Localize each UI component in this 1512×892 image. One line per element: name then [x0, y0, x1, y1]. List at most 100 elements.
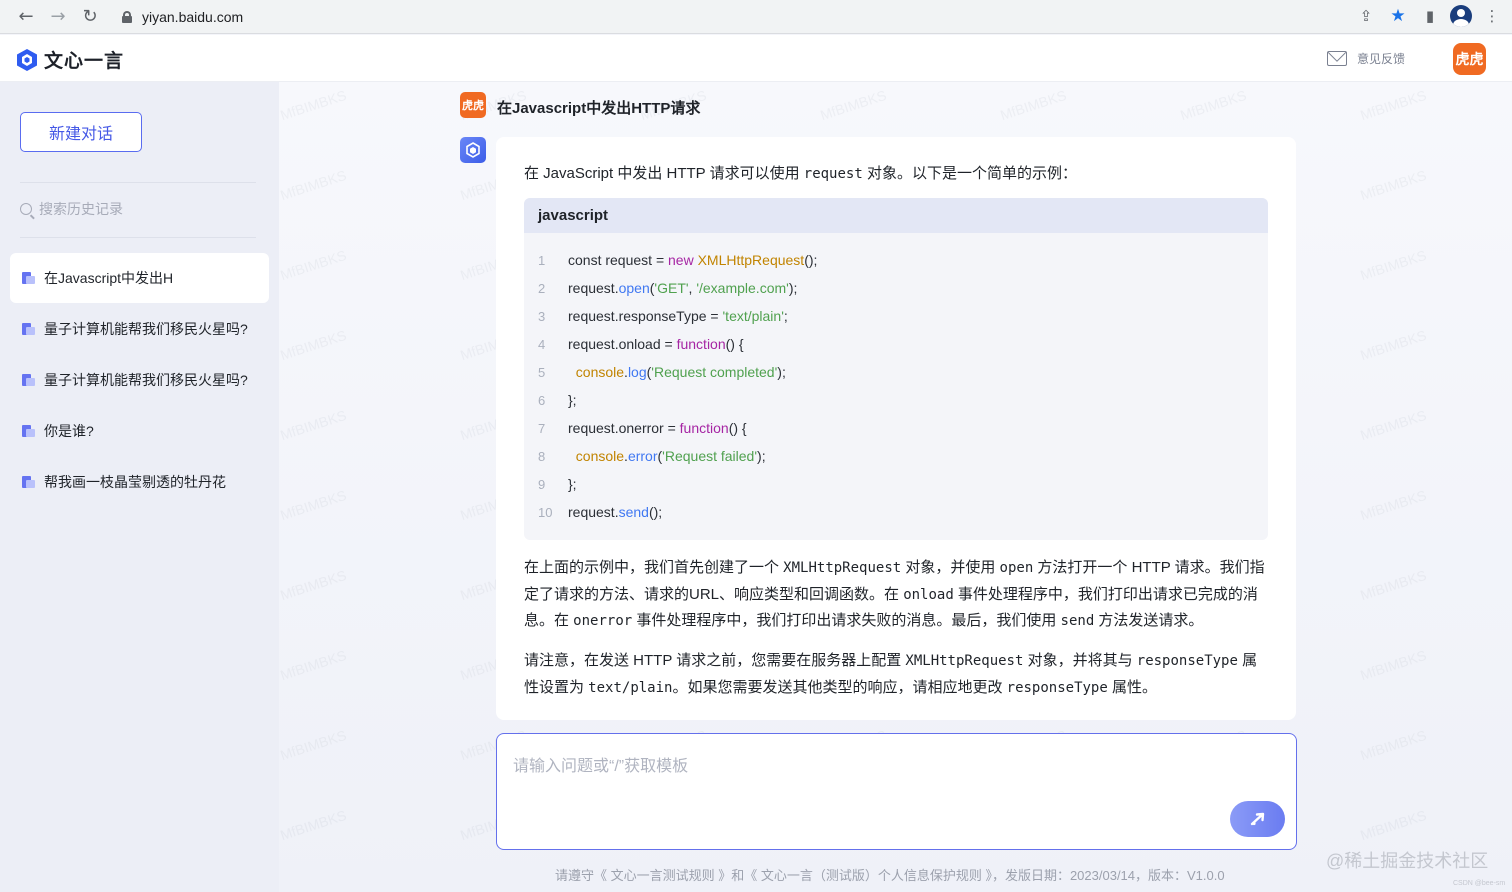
history-search-input[interactable]: 搜索历史记录 — [20, 199, 123, 219]
history-item-label: 量子计算机能帮我们移民火星吗? — [44, 321, 248, 337]
code-token: new — [668, 252, 694, 268]
paragraph-text: 对象，并使用 — [901, 559, 1000, 576]
line-number: 7 — [538, 420, 546, 436]
code-language: javascript — [524, 198, 1268, 233]
history-item[interactable]: 量子计算机能帮我们移民火星吗? — [10, 355, 269, 405]
inline-code: request — [803, 166, 863, 182]
code-token: console — [575, 448, 625, 464]
intro-text: 在 JavaScript 中发出 HTTP 请求可以使用 — [524, 165, 804, 182]
chat-book-icon — [22, 272, 35, 284]
tile-watermark: MfBIMBKS — [278, 806, 349, 844]
forward-icon[interactable]: → — [42, 3, 74, 31]
tile-watermark: MfBIMBKS — [1358, 406, 1429, 444]
code-source: }; — [568, 476, 577, 492]
code-line: 2 request.open('GET', '/example.com'); — [524, 274, 1268, 302]
code-token: function — [676, 336, 726, 352]
code-source: const request = new XMLHttpRequest(); — [568, 252, 817, 268]
answer-intro: 在 JavaScript 中发出 HTTP 请求可以使用 request 对象。… — [524, 162, 1077, 183]
send-button[interactable] — [1230, 801, 1285, 837]
footer-notice: 请遵守《 文心一言测试规则 》和《 文心一言（测试版）个人信息保护规则 》，发版… — [555, 868, 1225, 883]
user-avatar[interactable]: 虎虎 — [1453, 43, 1486, 75]
mail-icon — [1327, 51, 1347, 66]
history-item[interactable]: 在Javascript中发出H — [10, 253, 269, 303]
code-line: 6}; — [524, 386, 1268, 414]
history-item-label: 量子计算机能帮我们移民火星吗? — [44, 372, 248, 388]
browser-actions: ⇪ ★ ▮ ⋮ — [1354, 4, 1504, 28]
csdn-watermark: CSDN @bee-sm — [1453, 880, 1506, 887]
address-bar[interactable]: yiyan.baidu.com — [108, 4, 1398, 30]
sidebar-divider — [20, 237, 256, 238]
code-source: request.onload = function() { — [568, 336, 744, 352]
tile-watermark: MfBIMBKS — [818, 86, 889, 124]
answer-paragraph: 请注意，在发送 HTTP 请求之前，您需要在服务器上配置 XMLHttpRequ… — [524, 648, 1268, 701]
code-source: request.responseType = 'text/plain'; — [568, 308, 788, 324]
code-line: 8 console.error('Request failed'); — [524, 442, 1268, 470]
history-item-label: 你是谁? — [44, 423, 94, 439]
new-chat-button[interactable]: 新建对话 — [20, 112, 142, 152]
line-number: 8 — [538, 448, 546, 464]
bot-logo-icon — [466, 142, 480, 158]
question-text: 在Javascript中发出HTTP请求 — [497, 100, 701, 117]
menu-dots-icon[interactable]: ⋮ — [1480, 4, 1504, 28]
tile-watermark: MfBIMBKS — [1358, 326, 1429, 364]
url-text: yiyan.baidu.com — [142, 9, 244, 25]
tile-watermark: MfBIMBKS — [1358, 646, 1429, 684]
logo[interactable]: 文心一言 — [16, 46, 124, 73]
code-line: 10 request.send(); — [524, 498, 1268, 526]
code-source: request.send(); — [568, 504, 662, 520]
paragraph-text: 在上面的示例中，我们首先创建了一个 — [524, 559, 784, 576]
tile-watermark: MfBIMBKS — [1358, 86, 1429, 124]
sidebar-divider — [20, 182, 256, 183]
juejin-watermark: @稀土掘金技术社区 — [1326, 851, 1489, 871]
inline-code: responseType — [1006, 679, 1108, 696]
line-number: 3 — [538, 308, 546, 324]
code-token: () { — [725, 336, 744, 352]
chat-book-icon — [22, 374, 35, 386]
inline-code: XMLHttpRequest — [905, 653, 1024, 669]
inline-code: text/plain — [588, 679, 673, 696]
history-item[interactable]: 帮我画一枝晶莹剔透的牡丹花 — [10, 457, 269, 507]
code-token: open — [618, 280, 650, 296]
tile-watermark: MfBIMBKS — [1358, 566, 1429, 604]
code-line: 7 request.onerror = function() { — [524, 414, 1268, 442]
code-token: request.responseType = — [568, 308, 723, 324]
code-line: 1 const request = new XMLHttpRequest(); — [524, 246, 1268, 274]
line-number: 2 — [538, 280, 546, 296]
chat-book-icon — [22, 476, 35, 488]
paragraph-text: 方法发送请求。 — [1094, 612, 1204, 629]
history-item[interactable]: 你是谁? — [10, 406, 269, 456]
send-arrow-icon — [1250, 812, 1264, 826]
code-line: 5 console.log('Request completed'); — [524, 358, 1268, 386]
history-item[interactable]: 量子计算机能帮我们移民火星吗? — [10, 304, 269, 354]
sidebar: 新建对话 搜索历史记录 在Javascript中发出H 量子计算机能帮我们移民火… — [0, 82, 279, 892]
prompt-input[interactable]: 请输入问题或“/”获取模板 — [496, 733, 1297, 850]
code-token: }; — [568, 392, 577, 408]
tile-watermark: MfBIMBKS — [278, 246, 349, 284]
side-panel-icon[interactable]: ▮ — [1418, 4, 1442, 28]
bookmark-star-icon[interactable]: ★ — [1386, 4, 1410, 28]
tile-watermark: MfBIMBKS — [1178, 86, 1249, 124]
tile-watermark: MfBIMBKS — [1358, 806, 1429, 844]
feedback-link[interactable]: 意见反馈 — [1327, 50, 1405, 67]
code-token: function — [679, 420, 729, 436]
tile-watermark: MfBIMBKS — [1358, 486, 1429, 524]
tile-watermark: MfBIMBKS — [278, 326, 349, 364]
code-block: javascript 1 const request = new XMLHttpR… — [524, 198, 1268, 540]
code-token: ); — [777, 364, 786, 380]
paragraph-text: 请注意，在发送 HTTP 请求之前，您需要在服务器上配置 — [524, 652, 906, 669]
code-line: 3 request.responseType = 'text/plain'; — [524, 302, 1268, 330]
profile-icon[interactable] — [1450, 5, 1472, 27]
chat-book-icon — [22, 425, 35, 437]
logo-text: 文心一言 — [44, 51, 125, 72]
code-token: 'Request failed' — [662, 448, 758, 464]
code-line: 9}; — [524, 470, 1268, 498]
answer-paragraph: 在上面的示例中，我们首先创建了一个 XMLHttpRequest 对象，并使用 … — [524, 555, 1268, 635]
chat-area: MfBIMBKS MfBIMBKS MfBIMBKS MfBIMBKS MfBIMBKS… — [278, 82, 1512, 892]
feedback-label: 意见反馈 — [1357, 52, 1406, 66]
share-icon[interactable]: ⇪ — [1354, 4, 1378, 28]
back-icon[interactable]: ← — [10, 3, 42, 31]
code-token: 'GET' — [654, 280, 689, 296]
reload-icon[interactable]: ↻ — [74, 3, 106, 31]
code-token: request. — [568, 504, 619, 520]
